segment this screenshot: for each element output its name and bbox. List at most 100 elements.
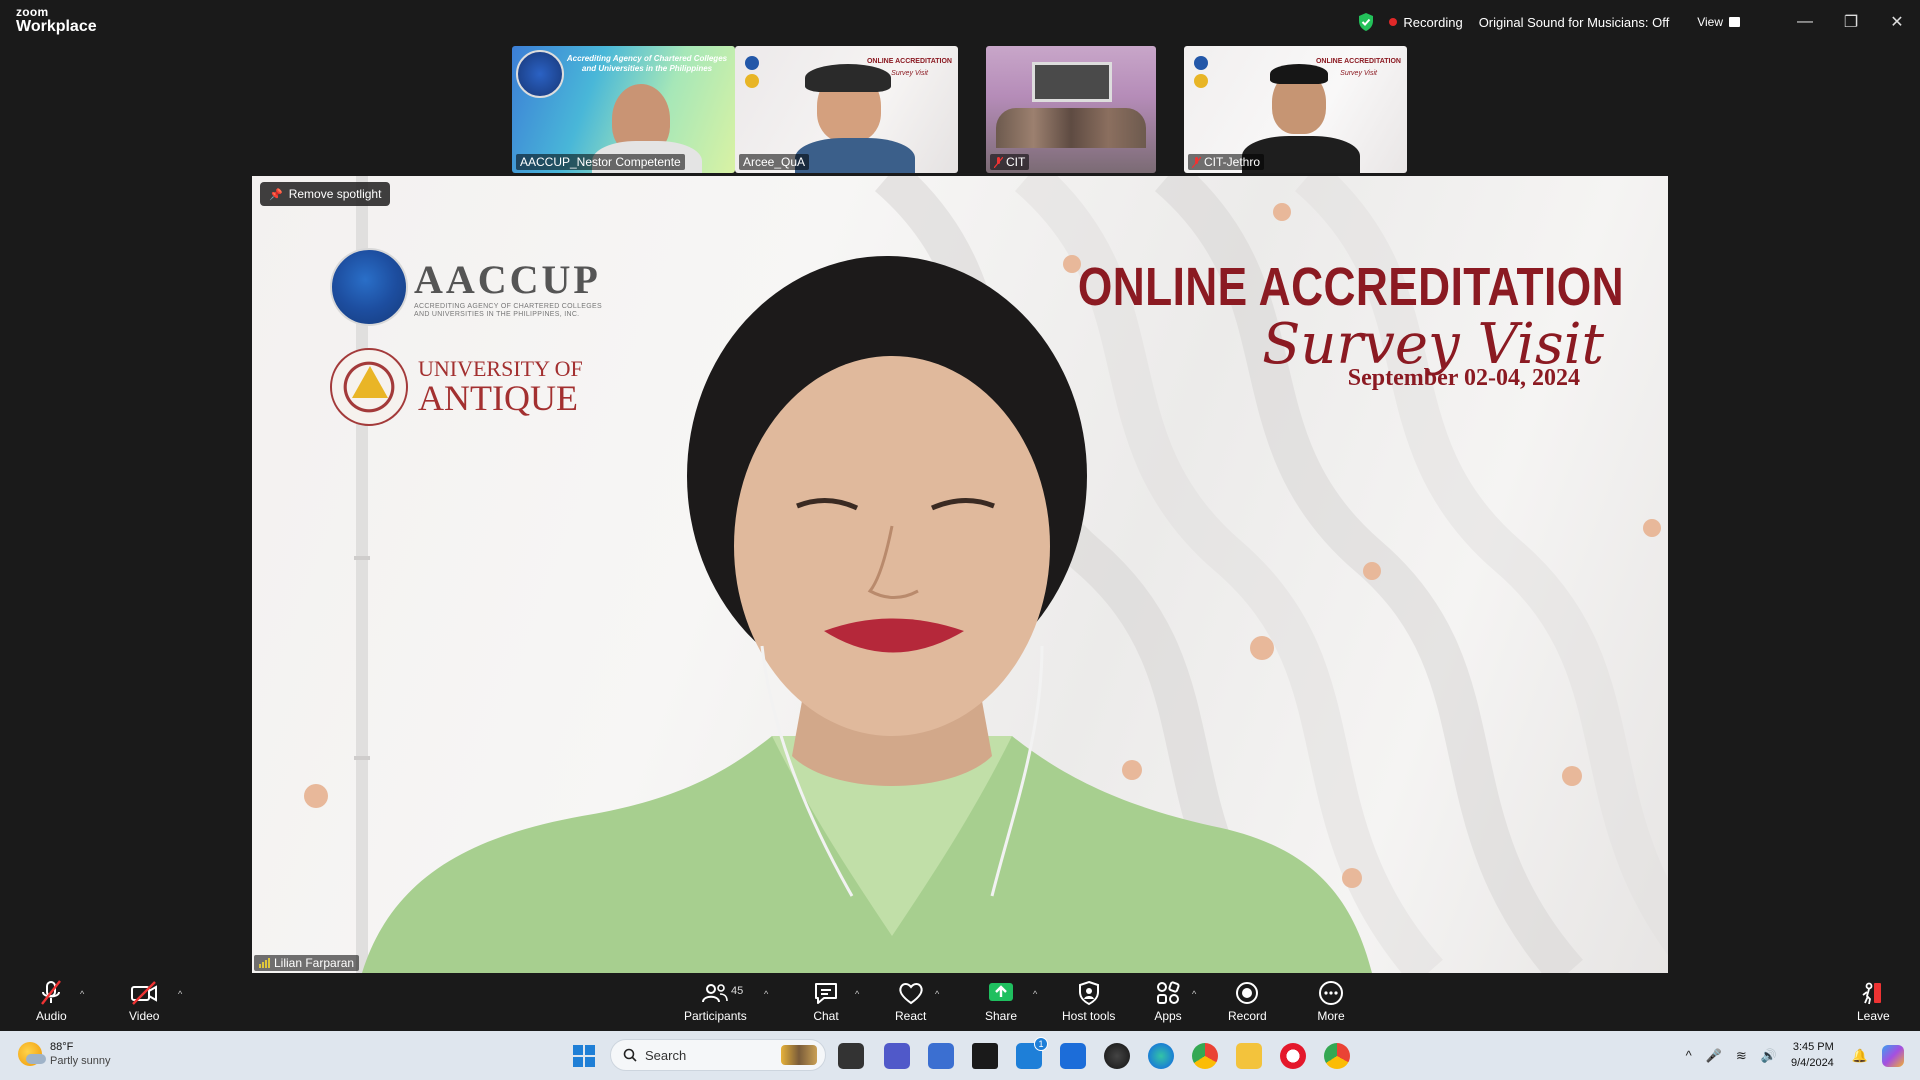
microsoft-store-icon[interactable] bbox=[928, 1043, 954, 1069]
clock-time: 3:45 PM bbox=[1792, 1041, 1834, 1054]
task-view-icon[interactable] bbox=[838, 1043, 864, 1069]
recording-indicator[interactable]: Recording bbox=[1403, 15, 1462, 30]
mini-banner-script: Survey Visit bbox=[1340, 70, 1377, 77]
speaker-video bbox=[304, 203, 1661, 973]
participant-name: Arcee_QuA bbox=[743, 155, 806, 169]
video-options-chevron-icon[interactable]: ^ bbox=[178, 989, 182, 999]
close-icon[interactable]: ✕ bbox=[1874, 0, 1920, 44]
muted-mic-icon bbox=[994, 156, 1003, 168]
participant-thumbnail[interactable]: ONLINE ACCREDITATION Survey Visit Arcee_… bbox=[735, 46, 958, 173]
participant-thumbnail[interactable]: Accrediting Agency of Chartered Colleges… bbox=[512, 46, 735, 173]
audio-button[interactable]: Audio bbox=[36, 979, 67, 1023]
edge-icon[interactable] bbox=[1148, 1043, 1174, 1069]
more-label: More bbox=[1317, 1009, 1345, 1023]
zoom-app-icon[interactable] bbox=[1060, 1043, 1086, 1069]
windows-start-icon[interactable] bbox=[573, 1045, 595, 1067]
muted-mic-icon bbox=[1192, 156, 1201, 168]
participant-shirt bbox=[795, 138, 915, 173]
more-icon bbox=[1319, 981, 1343, 1005]
leave-button[interactable]: Leave bbox=[1857, 979, 1890, 1023]
leave-icon bbox=[1862, 982, 1882, 1005]
chat-button[interactable]: Chat bbox=[811, 979, 841, 1023]
apps-options-chevron-icon[interactable]: ^ bbox=[1192, 989, 1196, 999]
participants-label: Participants bbox=[684, 1009, 747, 1023]
mail-badge: 1 bbox=[1034, 1037, 1048, 1051]
chat-label: Chat bbox=[813, 1009, 839, 1023]
microphone-icon[interactable]: 🎤 bbox=[1706, 1048, 1722, 1064]
host-tools-button[interactable]: Host tools bbox=[1062, 979, 1115, 1023]
participant-name: AACCUP_Nestor Competente bbox=[520, 155, 681, 169]
windows-taskbar: 88°F Partly sunny Search 1 ^ 🎤 ≋ 🔊 3:45 … bbox=[0, 1031, 1920, 1080]
chat-icon bbox=[815, 983, 837, 1004]
room-screen bbox=[1032, 62, 1112, 102]
pin-icon: 📌 bbox=[269, 188, 283, 201]
speaker-name: Lilian Farparan bbox=[274, 956, 355, 970]
zoom-workplace-logo: zoom Workplace bbox=[16, 6, 97, 35]
thumbnail-banner-text: Accrediting Agency of Chartered Colleges… bbox=[566, 54, 728, 74]
room-group bbox=[996, 108, 1146, 148]
audio-options-chevron-icon[interactable]: ^ bbox=[80, 989, 84, 999]
weather-temperature: 88°F bbox=[50, 1041, 74, 1053]
opera-icon[interactable] bbox=[1280, 1043, 1306, 1069]
mail-icon[interactable]: 1 bbox=[1016, 1037, 1048, 1069]
view-button[interactable]: View bbox=[1689, 11, 1748, 33]
participant-thumbnail[interactable]: CIT bbox=[986, 46, 1156, 173]
original-sound-toggle[interactable]: Original Sound for Musicians: Off bbox=[1479, 15, 1670, 30]
thumbnail-name-label: CIT bbox=[990, 154, 1030, 170]
show-hidden-icons-chevron-icon[interactable]: ^ bbox=[1686, 1048, 1692, 1063]
apps-button[interactable]: Apps bbox=[1153, 979, 1183, 1023]
taskbar-search-box[interactable]: Search bbox=[610, 1039, 826, 1071]
restore-icon[interactable]: ❐ bbox=[1828, 0, 1874, 44]
partly-sunny-icon bbox=[18, 1042, 46, 1067]
copilot-icon[interactable] bbox=[1882, 1044, 1904, 1067]
spotlight-video[interactable]: AACCUP ACCREDITING AGENCY OF CHARTERED C… bbox=[252, 176, 1668, 973]
share-screen-icon bbox=[989, 983, 1014, 1001]
chat-options-chevron-icon[interactable]: ^ bbox=[855, 989, 859, 999]
remove-spotlight-button[interactable]: 📌 Remove spotlight bbox=[260, 182, 391, 206]
weather-condition: Partly sunny bbox=[50, 1055, 111, 1068]
aaccup-mini-logo-icon bbox=[745, 56, 759, 70]
chrome-profile-icon[interactable] bbox=[1324, 1043, 1350, 1069]
thumbnail-name-label: CIT-Jethro bbox=[1188, 154, 1265, 170]
notification-bell-icon[interactable]: 🔔 bbox=[1852, 1048, 1868, 1064]
mini-banner-script: Survey Visit bbox=[891, 70, 928, 77]
dropbox-icon[interactable] bbox=[972, 1043, 998, 1069]
audio-label: Audio bbox=[36, 1009, 67, 1023]
react-button[interactable]: React bbox=[895, 979, 926, 1023]
chrome-icon[interactable] bbox=[1192, 1043, 1218, 1069]
mini-banner-title: ONLINE ACCREDITATION bbox=[866, 58, 952, 65]
aaccup-seal-icon bbox=[516, 50, 564, 98]
record-button[interactable]: Record bbox=[1228, 979, 1267, 1023]
encryption-shield-icon[interactable] bbox=[1357, 12, 1375, 32]
system-clock[interactable]: 3:45 PM 9/4/2024 bbox=[1791, 1040, 1834, 1071]
share-options-chevron-icon[interactable]: ^ bbox=[1033, 989, 1037, 999]
participants-options-chevron-icon[interactable]: ^ bbox=[764, 989, 768, 999]
obs-icon[interactable] bbox=[1104, 1043, 1130, 1069]
record-icon bbox=[1236, 982, 1259, 1004]
host-tools-label: Host tools bbox=[1062, 1009, 1116, 1023]
speaker-name-label: Lilian Farparan bbox=[254, 955, 360, 971]
participant-thumbnail-strip: Accrediting Agency of Chartered Colleges… bbox=[512, 46, 1407, 173]
more-button[interactable]: More bbox=[1316, 979, 1346, 1023]
minimize-icon[interactable]: — bbox=[1782, 0, 1828, 44]
weather-widget[interactable]: 88°F Partly sunny bbox=[18, 1040, 111, 1069]
title-bar: zoom Workplace Recording Original Sound … bbox=[0, 0, 1920, 44]
participant-name: CIT bbox=[1006, 155, 1026, 169]
video-label: Video bbox=[129, 1009, 160, 1023]
participants-count: 45 bbox=[731, 985, 744, 997]
share-button[interactable]: Share bbox=[985, 979, 1017, 1023]
participant-thumbnail[interactable]: ONLINE ACCREDITATION Survey Visit CIT-Je… bbox=[1184, 46, 1407, 173]
remove-spotlight-label: Remove spotlight bbox=[288, 187, 382, 201]
aaccup-mini-logo-icon bbox=[1194, 56, 1208, 70]
muted-mic-icon bbox=[41, 980, 62, 1005]
react-options-chevron-icon[interactable]: ^ bbox=[935, 989, 939, 999]
file-explorer-icon[interactable] bbox=[1236, 1043, 1262, 1069]
participant-name: CIT-Jethro bbox=[1204, 155, 1261, 169]
wifi-icon[interactable]: ≋ bbox=[1736, 1048, 1747, 1064]
teams-icon[interactable] bbox=[884, 1043, 910, 1069]
record-label: Record bbox=[1228, 1009, 1267, 1023]
thumbnail-name-label: AACCUP_Nestor Competente bbox=[516, 154, 685, 170]
volume-icon[interactable]: 🔊 bbox=[1761, 1048, 1777, 1064]
video-button[interactable]: Video bbox=[129, 979, 159, 1023]
connection-strength-icon bbox=[259, 958, 270, 968]
